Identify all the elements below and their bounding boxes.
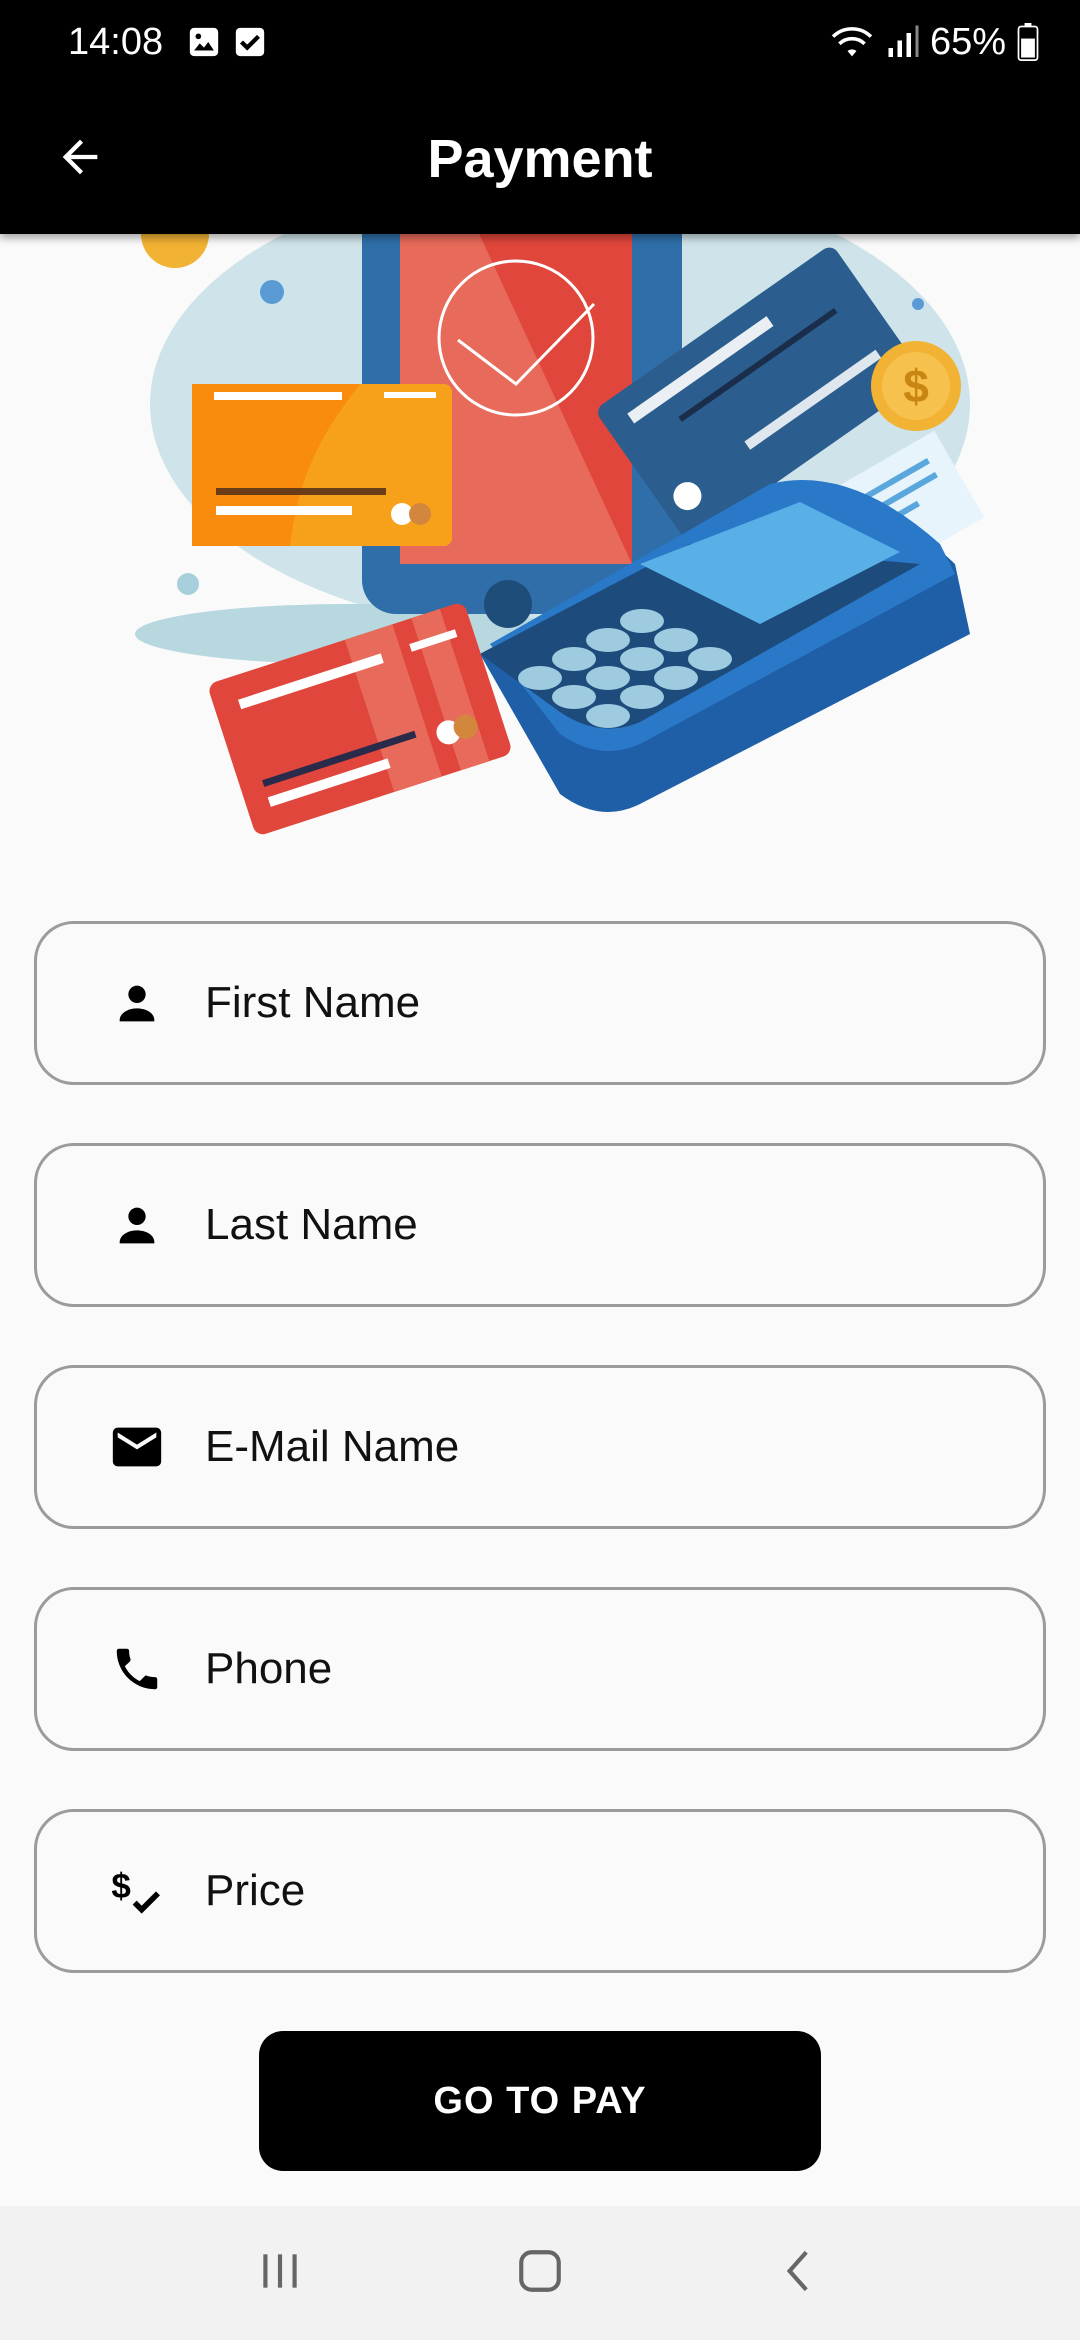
- first-name-field[interactable]: First Name: [34, 921, 1046, 1085]
- person-icon: [107, 1195, 167, 1255]
- first-name-label: First Name: [205, 978, 421, 1027]
- phone-icon: [107, 1639, 167, 1699]
- battery-percent: 65%: [929, 20, 1006, 63]
- battery-icon: [1016, 23, 1040, 61]
- phone-label: Phone: [205, 1644, 333, 1693]
- signal-icon: [884, 24, 920, 60]
- mail-icon: [107, 1417, 167, 1477]
- wifi-icon: [830, 24, 874, 60]
- last-name-field[interactable]: Last Name: [34, 1143, 1046, 1307]
- price-label: Price: [205, 1866, 306, 1915]
- app-bar: Payment: [0, 84, 1080, 234]
- svg-text:$: $: [903, 360, 929, 412]
- last-name-label: Last Name: [205, 1200, 418, 1249]
- back-icon: [775, 2246, 825, 2301]
- payment-illustration: $: [0, 234, 1080, 854]
- arrow-left-icon: [54, 131, 106, 188]
- price-field[interactable]: $ Price: [34, 1809, 1046, 1973]
- system-back-button[interactable]: [760, 2233, 840, 2313]
- person-icon: [107, 973, 167, 1033]
- svg-text:$: $: [111, 1867, 130, 1906]
- gallery-icon: [187, 25, 221, 59]
- checkbox-icon: [233, 25, 267, 59]
- go-to-pay-button[interactable]: GO TO PAY: [259, 2031, 821, 2171]
- status-time: 14:08: [68, 20, 164, 63]
- email-label: E-Mail Name: [205, 1422, 460, 1471]
- back-button[interactable]: [48, 127, 112, 191]
- phone-field[interactable]: Phone: [34, 1587, 1046, 1751]
- recent-apps-icon: [255, 2246, 305, 2301]
- status-bar: 14:08 65%: [0, 0, 1080, 84]
- recent-apps-button[interactable]: [240, 2233, 320, 2313]
- system-nav-bar: [0, 2206, 1080, 2340]
- home-button[interactable]: [500, 2233, 580, 2313]
- home-icon: [515, 2246, 565, 2301]
- email-field[interactable]: E-Mail Name: [34, 1365, 1046, 1529]
- price-check-icon: $: [107, 1861, 167, 1921]
- page-title: Payment: [427, 129, 653, 189]
